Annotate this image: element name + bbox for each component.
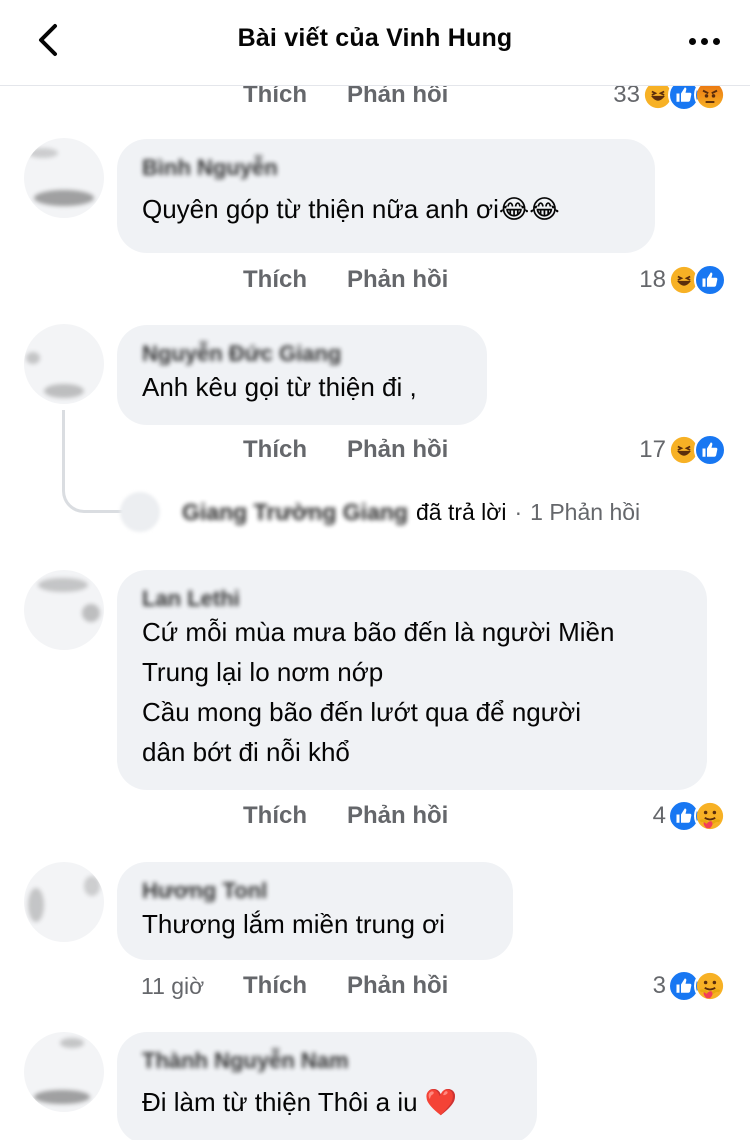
comment-text-line: Cứ mỗi mùa mưa bão đến là người Miền	[142, 617, 615, 647]
avatar[interactable]	[24, 862, 104, 942]
avatar[interactable]	[24, 1032, 104, 1112]
comment-text: Thương lắm miền trung ơi	[142, 909, 445, 939]
care-hug-icon	[694, 970, 726, 1002]
top-navigation-bar: Bài viết của Vinh Hung	[0, 0, 750, 86]
care-hug-icon	[694, 800, 726, 832]
reply-button[interactable]: Phản hồi	[347, 266, 448, 294]
thumbs-up-icon	[694, 434, 726, 466]
reaction-count: 4	[652, 802, 666, 829]
view-replies-link[interactable]: Giang Trường Giang đã trả lời · 1 Phản h…	[120, 492, 641, 532]
avatar	[120, 492, 160, 532]
comment-action-row: Thích Phản hồi 18	[0, 260, 750, 300]
comment-author[interactable]: Lan Lethi	[142, 586, 683, 610]
avatar[interactable]	[24, 324, 104, 404]
comment-bubble[interactable]: Thành Nguyễn Nam Đi làm từ thiện Thôi a …	[117, 1032, 537, 1140]
comment-text: Anh kêu gọi từ thiện đi ,	[142, 372, 417, 402]
reply-button[interactable]: Phản hồi	[347, 802, 448, 830]
comment-bubble[interactable]: Hương Tonl Thương lắm miền trung ơi	[117, 862, 513, 960]
like-button[interactable]: Thích	[243, 266, 307, 294]
like-button[interactable]: Thích	[243, 972, 307, 1000]
comment-text: Quyên góp từ thiện nữa anh ơi😂😂	[142, 194, 560, 224]
reply-button[interactable]: Phản hồi	[347, 972, 448, 1000]
reaction-summary[interactable]: 18	[639, 264, 726, 296]
comment-author[interactable]: Hương Tonl	[142, 878, 489, 902]
reaction-summary[interactable]: 3	[653, 970, 726, 1002]
comment-text-line: Trung lại lo nơm nớp	[142, 657, 384, 687]
comment-author[interactable]: Bình Nguyễn	[142, 155, 631, 179]
avatar[interactable]	[24, 138, 104, 218]
comment-author[interactable]: Nguyễn Đức Giang	[142, 341, 463, 365]
thumbs-up-icon	[694, 264, 726, 296]
comment-action-row: Thích Phản hồi 4	[0, 796, 750, 836]
reaction-summary[interactable]: 4	[653, 800, 726, 832]
comment-bubble[interactable]: Lan Lethi Cứ mỗi mùa mưa bão đến là ngườ…	[117, 570, 707, 790]
comment-action-row: 11 giờ Thích Phản hồi 3	[0, 966, 750, 1006]
avatar[interactable]	[24, 570, 104, 650]
reply-button[interactable]: Phản hồi	[347, 436, 448, 464]
more-options-button[interactable]	[682, 26, 726, 56]
separator-dot: ·	[514, 498, 523, 525]
comment-bubble[interactable]: Bình Nguyễn Quyên góp từ thiện nữa anh ơ…	[117, 139, 655, 253]
reaction-summary[interactable]: 17	[639, 434, 726, 466]
reaction-count: 18	[639, 266, 666, 293]
reaction-count: 3	[652, 972, 666, 999]
comment-text: Đi làm từ thiện Thôi a iu ❤️	[142, 1087, 458, 1117]
reply-count: 1 Phản hồi	[530, 498, 641, 525]
comment-timestamp[interactable]: 11 giờ	[141, 973, 204, 1000]
like-button[interactable]: Thích	[243, 436, 307, 464]
reply-action-text: đã trả lời	[415, 498, 507, 525]
comment-text-line: Cầu mong bão đến lướt qua để người	[142, 697, 581, 727]
comment-author[interactable]: Thành Nguyễn Nam	[142, 1048, 513, 1072]
comment-text-line: dân bớt đi nỗi khổ	[142, 737, 350, 767]
more-horizontal-icon	[688, 37, 696, 45]
comment-bubble[interactable]: Nguyễn Đức Giang Anh kêu gọi từ thiện đi…	[117, 325, 487, 425]
reaction-count: 17	[639, 436, 666, 463]
like-button[interactable]: Thích	[243, 802, 307, 830]
page-title: Bài viết của Vinh Hung	[237, 24, 513, 52]
comment-list: Thích Phản hồi 33 Bình Nguyễn Quyên góp …	[0, 0, 750, 1140]
reply-author[interactable]: Giang Trường Giang	[182, 499, 408, 526]
comment-action-row: Thích Phản hồi 17	[0, 430, 750, 470]
